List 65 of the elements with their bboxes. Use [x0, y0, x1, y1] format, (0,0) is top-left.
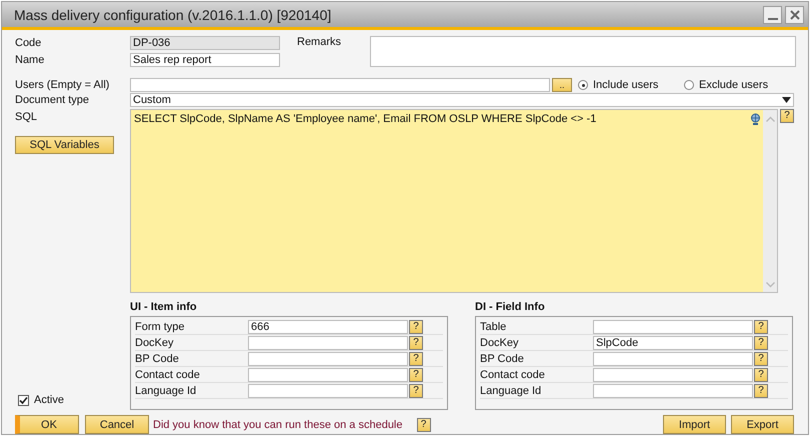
- window-title: Mass delivery configuration (v.2016.1.1.0) [920140]: [14, 6, 332, 22]
- minimize-button[interactable]: [763, 6, 782, 24]
- input-field[interactable]: [593, 384, 753, 398]
- field-label: Form type: [135, 321, 186, 333]
- field-label: Name: [15, 54, 46, 66]
- help-button[interactable]: ?: [754, 320, 768, 334]
- help-button[interactable]: ?: [754, 384, 768, 398]
- scroll-down-icon[interactable]: [766, 282, 774, 288]
- cancel-button[interactable]: Cancel: [85, 415, 149, 434]
- radio-button[interactable]: Include users: [578, 79, 678, 91]
- import-button[interactable]: Import: [663, 415, 726, 434]
- name-field[interactable]: Sales rep report: [130, 53, 280, 67]
- field-label: Document type: [15, 94, 90, 106]
- close-icon: [790, 10, 800, 20]
- input-field[interactable]: [248, 384, 408, 398]
- input-field[interactable]: [593, 352, 753, 366]
- input-field[interactable]: [593, 368, 753, 382]
- document-type-dropdown[interactable]: Custom: [130, 93, 794, 107]
- help-button[interactable]: ?: [409, 368, 423, 382]
- sql-variables-button[interactable]: SQL Variables: [15, 136, 114, 154]
- input-field[interactable]: [593, 320, 753, 334]
- field-label: Code: [15, 37, 42, 49]
- minimize-icon: [768, 18, 778, 20]
- ok-button[interactable]: OK: [15, 415, 79, 434]
- input-field[interactable]: 666: [248, 320, 408, 334]
- help-button[interactable]: ?: [780, 109, 794, 123]
- input-field[interactable]: [248, 336, 408, 350]
- field-label: DocKey: [480, 337, 520, 349]
- tip-text: Did you know that you can run these on a schedule: [153, 418, 402, 430]
- help-button[interactable]: ?: [754, 352, 768, 366]
- field-label: Table: [480, 321, 508, 333]
- field-label: BP Code: [480, 353, 525, 365]
- field-label: DocKey: [135, 337, 175, 349]
- scrollbar[interactable]: [763, 110, 777, 292]
- field-label: Language Id: [135, 385, 198, 397]
- close-button[interactable]: [785, 6, 804, 24]
- group-title: UI - Item info: [130, 301, 198, 314]
- help-button[interactable]: ?: [754, 368, 768, 382]
- field-label: Remarks: [297, 36, 342, 50]
- radio-button[interactable]: Exclude users: [684, 79, 784, 91]
- input-field[interactable]: SlpCode: [593, 336, 753, 350]
- field-label: SQL: [15, 111, 38, 123]
- help-button[interactable]: ?: [409, 336, 423, 350]
- field-label: BP Code: [135, 353, 180, 365]
- help-button[interactable]: ?: [409, 320, 423, 334]
- help-button[interactable]: ?: [416, 418, 430, 432]
- caret-icon: [782, 97, 791, 103]
- checkmark-icon: [19, 396, 28, 404]
- input-field[interactable]: [248, 368, 408, 382]
- field-label: Contact code: [480, 369, 546, 381]
- help-button[interactable]: ?: [754, 336, 768, 350]
- field-label: Contact code: [135, 369, 201, 381]
- field-label: Users (Empty = All): [15, 79, 110, 91]
- browse-button[interactable]: ..: [552, 78, 572, 92]
- remarks-field[interactable]: [370, 36, 796, 67]
- group-title: DI - Field Info: [475, 301, 546, 314]
- users-field[interactable]: [130, 78, 550, 92]
- export-button[interactable]: Export: [731, 415, 794, 434]
- help-button[interactable]: ?: [409, 352, 423, 366]
- active-checkbox[interactable]: Active: [18, 394, 64, 406]
- field-label: Language Id: [480, 385, 542, 397]
- scroll-up-icon[interactable]: [766, 116, 774, 122]
- globe-icon: [750, 113, 761, 125]
- help-button[interactable]: ?: [409, 384, 423, 398]
- input-field[interactable]: [248, 352, 408, 366]
